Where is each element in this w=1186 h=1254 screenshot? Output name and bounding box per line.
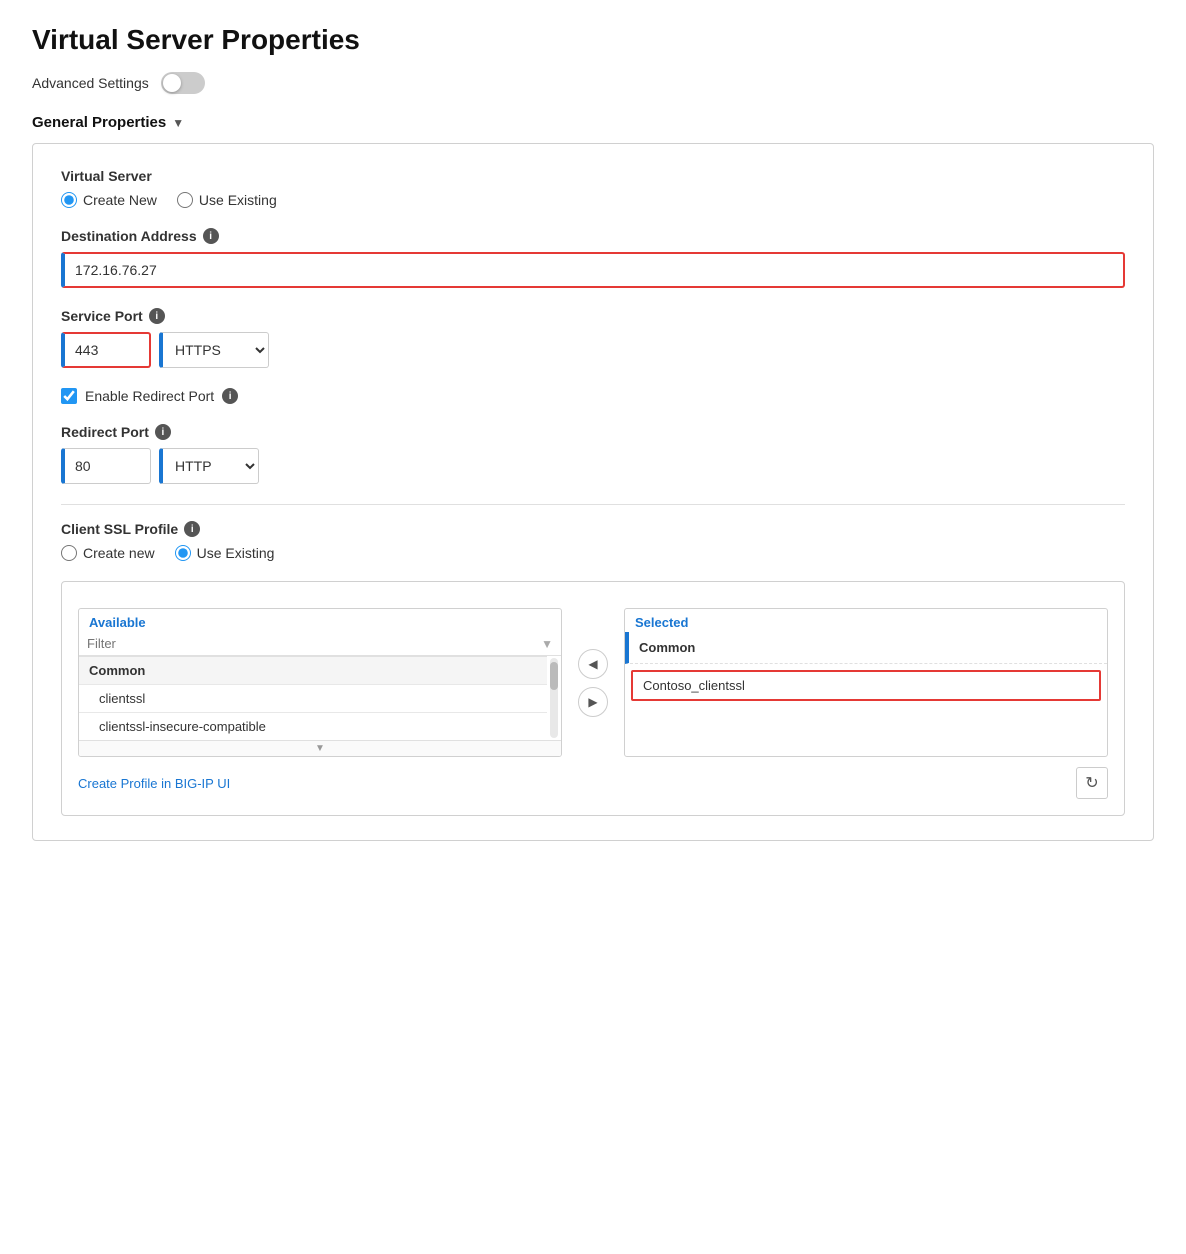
virtual-server-create-new-option[interactable]: Create New bbox=[61, 192, 157, 208]
redirect-port-protocol-select[interactable]: HTTP HTTPS Other bbox=[159, 448, 259, 484]
selected-item-contoso-clientssl[interactable]: Contoso_clientssl bbox=[631, 670, 1101, 701]
redirect-port-row: HTTP HTTPS Other bbox=[61, 448, 1125, 484]
available-group-common: Common bbox=[79, 656, 547, 684]
available-list-items: Common clientssl clientssl-insecure-comp… bbox=[79, 656, 561, 740]
service-port-input[interactable] bbox=[61, 332, 151, 368]
advanced-settings-row: Advanced Settings bbox=[32, 72, 1154, 94]
enable-redirect-port-info-icon[interactable]: i bbox=[222, 388, 238, 404]
selected-panel: Selected Common Contoso_clientssl bbox=[624, 608, 1108, 757]
client-ssl-profile-label: Client SSL Profile i bbox=[61, 521, 1125, 537]
scroll-down-indicator: ▼ bbox=[79, 740, 561, 756]
scrollbar-track bbox=[550, 658, 558, 738]
arrow-left-icon: ◀ bbox=[588, 657, 597, 671]
service-port-info-icon[interactable]: i bbox=[149, 308, 165, 324]
selected-group-common: Common bbox=[625, 632, 1107, 664]
enable-redirect-port-row: Enable Redirect Port i bbox=[61, 388, 1125, 404]
available-list-content: Common clientssl clientssl-insecure-comp… bbox=[79, 656, 561, 740]
arrow-right-icon: ▶ bbox=[588, 695, 597, 709]
filter-row: ▼ bbox=[79, 632, 561, 656]
virtual-server-use-existing-option[interactable]: Use Existing bbox=[177, 192, 277, 208]
virtual-server-use-existing-radio[interactable] bbox=[177, 192, 193, 208]
available-scrollbar bbox=[549, 656, 559, 740]
available-item-clientssl-insecure[interactable]: clientssl-insecure-compatible bbox=[79, 712, 547, 740]
scrollbar-thumb bbox=[550, 662, 558, 690]
refresh-icon: ↻ bbox=[1085, 773, 1098, 793]
destination-address-field-group: Destination Address i bbox=[61, 228, 1125, 288]
move-left-button[interactable]: ◀ bbox=[578, 649, 608, 679]
service-port-row: HTTPS HTTP Other bbox=[61, 332, 1125, 368]
client-ssl-profile-field-group: Client SSL Profile i Create new Use Exis… bbox=[61, 521, 1125, 561]
filter-input[interactable] bbox=[87, 636, 537, 651]
destination-address-input[interactable] bbox=[61, 252, 1125, 288]
dual-list-container: Available ▼ Common clientssl clientssl-i… bbox=[78, 608, 1108, 757]
client-ssl-use-existing-radio[interactable] bbox=[175, 545, 191, 561]
advanced-settings-label: Advanced Settings bbox=[32, 75, 149, 91]
client-ssl-create-new-option[interactable]: Create new bbox=[61, 545, 155, 561]
virtual-server-field-group: Virtual Server Create New Use Existing bbox=[61, 168, 1125, 208]
redirect-port-input[interactable] bbox=[61, 448, 151, 484]
redirect-port-info-icon[interactable]: i bbox=[155, 424, 171, 440]
client-ssl-create-new-radio[interactable] bbox=[61, 545, 77, 561]
divider bbox=[61, 504, 1125, 505]
selected-panel-label: Selected bbox=[625, 609, 1107, 632]
chevron-down-icon: ▼ bbox=[172, 116, 184, 130]
dual-list-box-container: Available ▼ Common clientssl clientssl-i… bbox=[61, 581, 1125, 816]
client-ssl-profile-info-icon[interactable]: i bbox=[184, 521, 200, 537]
client-ssl-use-existing-option[interactable]: Use Existing bbox=[175, 545, 275, 561]
general-properties-header[interactable]: General Properties ▼ bbox=[32, 114, 1154, 131]
toggle-knob bbox=[163, 74, 181, 92]
redirect-port-field-group: Redirect Port i HTTP HTTPS Other bbox=[61, 424, 1125, 484]
page-title: Virtual Server Properties bbox=[32, 24, 1154, 56]
refresh-button[interactable]: ↻ bbox=[1076, 767, 1108, 799]
service-port-field-group: Service Port i HTTPS HTTP Other bbox=[61, 308, 1125, 368]
virtual-server-radio-group: Create New Use Existing bbox=[61, 192, 1125, 208]
available-panel-label: Available bbox=[79, 609, 561, 632]
filter-icon: ▼ bbox=[541, 637, 553, 651]
advanced-settings-toggle[interactable] bbox=[161, 72, 205, 94]
client-ssl-use-existing-label: Use Existing bbox=[197, 545, 275, 561]
virtual-server-label: Virtual Server bbox=[61, 168, 1125, 184]
available-item-clientssl[interactable]: clientssl bbox=[79, 684, 547, 712]
destination-address-input-wrapper bbox=[61, 252, 1125, 288]
enable-redirect-port-label: Enable Redirect Port bbox=[85, 388, 214, 404]
service-port-protocol-select[interactable]: HTTPS HTTP Other bbox=[159, 332, 269, 368]
dual-list-bottom-row: Create Profile in BIG-IP UI ↻ bbox=[78, 767, 1108, 799]
service-port-label: Service Port i bbox=[61, 308, 1125, 324]
destination-address-info-icon[interactable]: i bbox=[203, 228, 219, 244]
destination-address-label: Destination Address i bbox=[61, 228, 1125, 244]
arrows-column: ◀ ▶ bbox=[578, 608, 608, 757]
available-panel: Available ▼ Common clientssl clientssl-i… bbox=[78, 608, 562, 757]
virtual-server-create-new-label: Create New bbox=[83, 192, 157, 208]
create-profile-link[interactable]: Create Profile in BIG-IP UI bbox=[78, 776, 230, 791]
scroll-down-icon: ▼ bbox=[315, 743, 325, 754]
enable-redirect-port-checkbox[interactable] bbox=[61, 388, 77, 404]
client-ssl-create-new-label: Create new bbox=[83, 545, 155, 561]
general-properties-card: Virtual Server Create New Use Existing D… bbox=[32, 143, 1154, 841]
client-ssl-profile-radio-group: Create new Use Existing bbox=[61, 545, 1125, 561]
virtual-server-create-new-radio[interactable] bbox=[61, 192, 77, 208]
virtual-server-use-existing-label: Use Existing bbox=[199, 192, 277, 208]
general-properties-label: General Properties bbox=[32, 114, 166, 131]
move-right-button[interactable]: ▶ bbox=[578, 687, 608, 717]
redirect-port-label: Redirect Port i bbox=[61, 424, 1125, 440]
